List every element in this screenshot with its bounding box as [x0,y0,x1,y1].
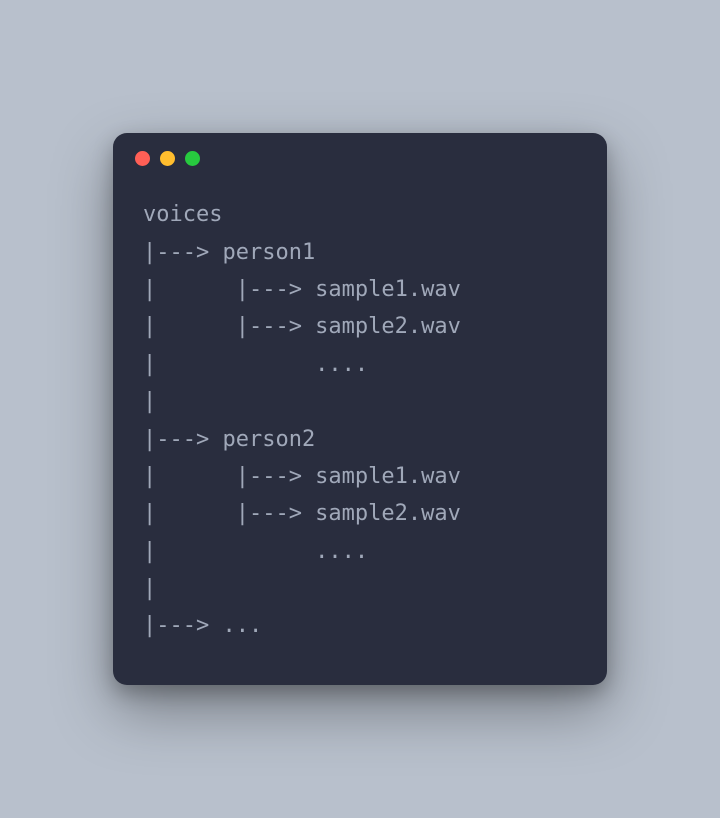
window-titlebar [113,133,607,174]
terminal-line: | .... [143,533,577,570]
terminal-line: | |---> sample2.wav [143,308,577,345]
terminal-window: voices |---> person1 | |---> sample1.wav… [113,133,607,685]
terminal-line: |---> person2 [143,421,577,458]
terminal-line: | [143,570,577,607]
terminal-line: | |---> sample1.wav [143,271,577,308]
terminal-line: | |---> sample1.wav [143,458,577,495]
close-icon[interactable] [135,151,150,166]
terminal-line: | .... [143,346,577,383]
terminal-body: voices |---> person1 | |---> sample1.wav… [113,174,607,685]
minimize-icon[interactable] [160,151,175,166]
terminal-line: |---> ... [143,607,577,644]
maximize-icon[interactable] [185,151,200,166]
terminal-line: | [143,383,577,420]
terminal-line: voices [143,196,577,233]
terminal-line: |---> person1 [143,234,577,271]
terminal-line: | |---> sample2.wav [143,495,577,532]
